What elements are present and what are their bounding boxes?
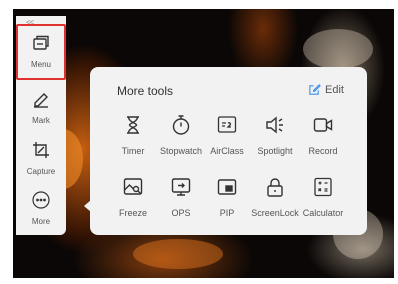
panel-title: More tools — [117, 84, 174, 98]
tool-record[interactable]: Record — [299, 111, 347, 167]
timer-label: Timer — [121, 146, 145, 156]
tool-ops[interactable]: OPS — [157, 173, 205, 229]
tool-screenlock[interactable]: ScreenLock — [251, 173, 299, 229]
edit-button[interactable]: Edit — [308, 83, 344, 96]
capture-label: Capture — [26, 167, 56, 176]
edit-icon — [309, 84, 321, 95]
wallpaper-sparkle — [303, 29, 373, 69]
menu-button[interactable]: Menu — [16, 24, 66, 80]
airclass-label: AirClass — [210, 146, 244, 156]
crop-icon — [33, 142, 49, 158]
tool-pip[interactable]: PIP — [203, 173, 251, 229]
more-tools-panel: More tools Edit Timer Stopwatch AirClass — [90, 67, 367, 235]
calculator-label: Calculator — [302, 208, 344, 218]
spotlight-label: Spotlight — [257, 146, 293, 156]
tool-spotlight[interactable]: Spotlight — [251, 111, 299, 167]
spotlight-icon — [266, 116, 283, 134]
freeze-icon — [123, 178, 143, 195]
tool-calculator[interactable]: Calculator — [299, 173, 347, 229]
calculator-icon — [314, 177, 332, 197]
pip-label: PIP — [219, 208, 235, 218]
mark-label: Mark — [32, 116, 50, 125]
video-record-icon — [313, 118, 333, 132]
more-dots-icon — [32, 191, 50, 209]
more-button[interactable]: More — [16, 181, 66, 233]
hourglass-icon — [127, 116, 139, 134]
tool-airclass[interactable]: AirClass — [203, 111, 251, 167]
freeze-label: Freeze — [118, 208, 147, 218]
airclass-icon — [217, 116, 237, 133]
capture-button[interactable]: Capture — [16, 131, 66, 183]
tool-freeze[interactable]: Freeze — [109, 173, 157, 229]
edit-label: Edit — [325, 83, 344, 96]
tool-stopwatch[interactable]: Stopwatch — [157, 111, 205, 167]
stopwatch-label: Stopwatch — [159, 146, 203, 156]
ops-label: OPS — [171, 208, 191, 218]
menu-window-icon — [33, 35, 49, 50]
pip-icon — [217, 179, 237, 195]
record-label: Record — [308, 146, 338, 156]
ops-icon — [171, 178, 191, 196]
lock-icon — [267, 178, 283, 197]
pen-icon — [34, 93, 48, 108]
menu-label: Menu — [30, 60, 51, 69]
wallpaper-sparkle — [133, 239, 223, 269]
screenlock-label: ScreenLock — [251, 208, 299, 218]
floating-toolbar: << Menu Mark Capture More — [16, 16, 66, 235]
more-label: More — [31, 217, 51, 226]
stopwatch-icon — [172, 115, 190, 135]
tool-timer[interactable]: Timer — [109, 111, 157, 167]
mark-button[interactable]: Mark — [16, 80, 66, 132]
